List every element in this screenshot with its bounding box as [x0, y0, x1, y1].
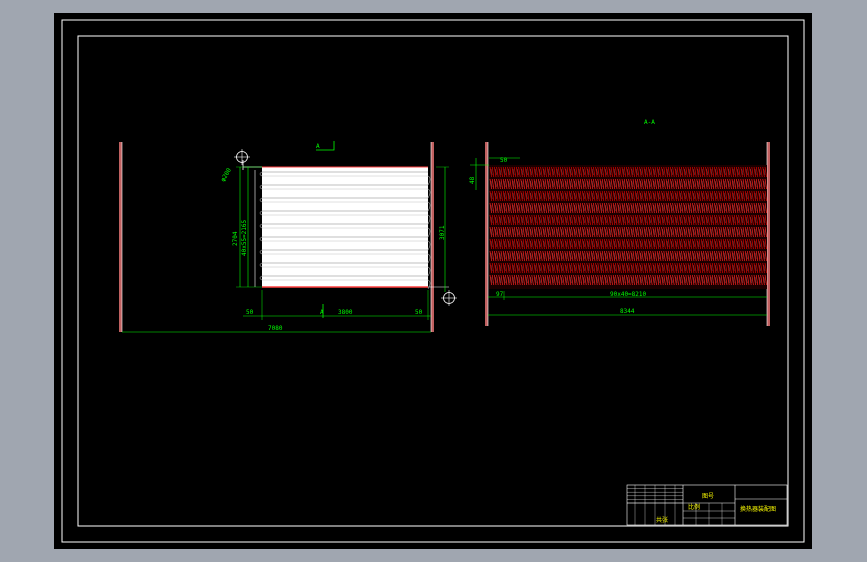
svg-text:50: 50	[500, 157, 508, 164]
svg-text:48: 48	[469, 176, 476, 184]
svg-text:50: 50	[415, 309, 423, 316]
section-view-title: A-A	[644, 119, 655, 126]
svg-text:50: 50	[246, 309, 254, 316]
title-block-sheet: 共张	[656, 516, 668, 524]
svg-text:3800: 3800	[338, 309, 353, 316]
left-wall	[119, 142, 122, 332]
svg-text:3071: 3071	[439, 225, 446, 240]
svg-text:A: A	[320, 309, 324, 316]
svg-text:8344: 8344	[620, 308, 635, 315]
svg-text:40x55=2165: 40x55=2165	[241, 219, 248, 256]
svg-text:90x40=8210: 90x40=8210	[610, 291, 647, 298]
svg-text:7080: 7080	[268, 325, 283, 332]
title-block-scale: 比例	[688, 503, 700, 511]
svg-text:97: 97	[496, 291, 504, 298]
title-block-drawing-name: 换热器装配图	[740, 505, 776, 513]
cad-viewport[interactable]: A A 2704 40x55=2165 φ200 3071 50 3800 50…	[0, 0, 867, 562]
section-right-wall	[767, 142, 770, 326]
right-wall	[431, 142, 434, 332]
svg-text:2704: 2704	[232, 231, 239, 246]
section-left-wall	[485, 142, 488, 326]
title-block-name-label: 图号	[702, 493, 714, 500]
svg-text:A: A	[316, 143, 320, 150]
